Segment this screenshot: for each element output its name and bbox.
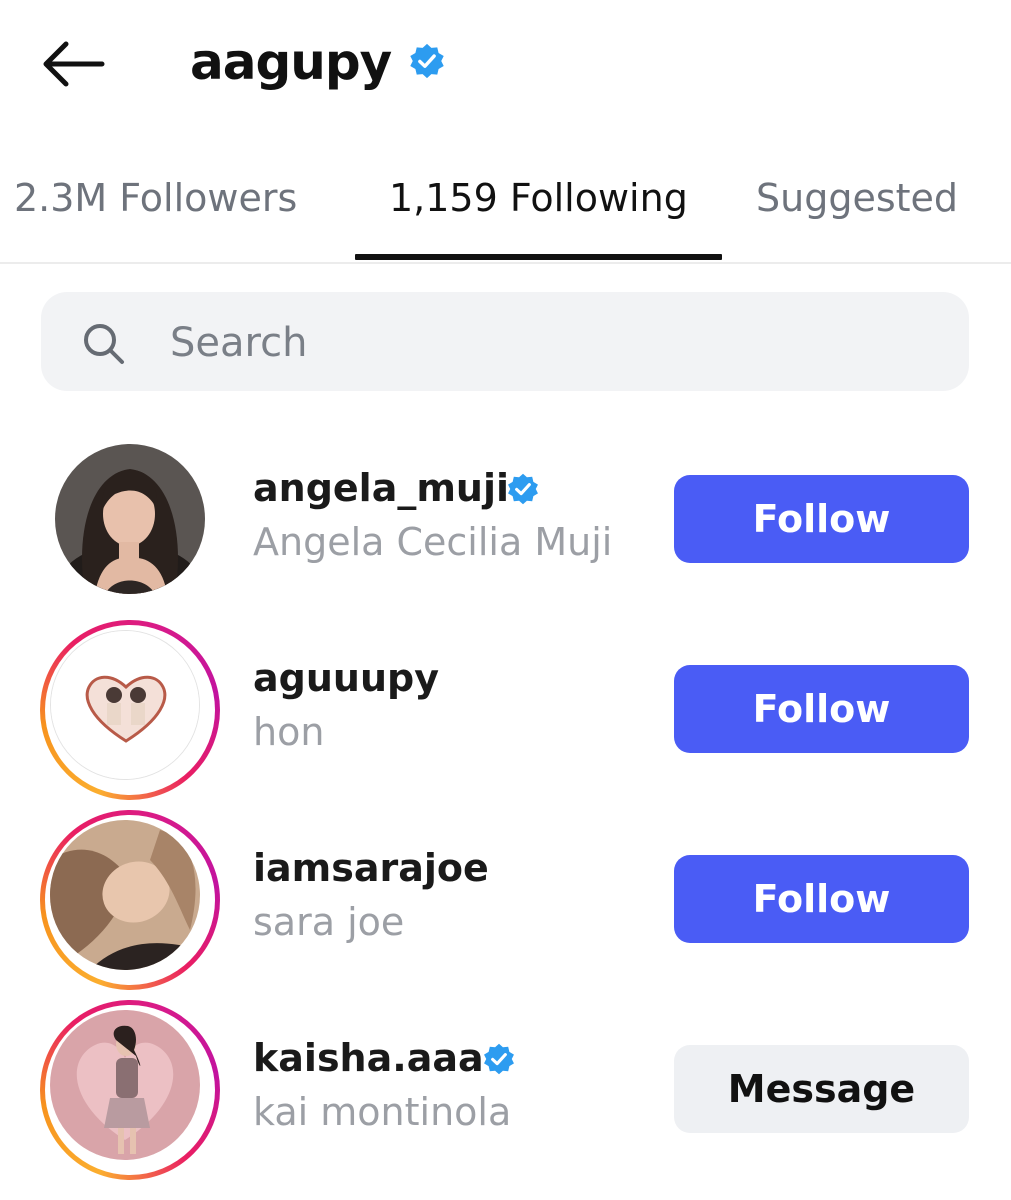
- follow-button[interactable]: Follow: [674, 665, 969, 753]
- message-button[interactable]: Message: [674, 1045, 969, 1133]
- avatar-story-ring[interactable]: [40, 1000, 220, 1180]
- avatar[interactable]: [55, 444, 205, 594]
- tab-following[interactable]: 1,159 Following: [389, 170, 688, 260]
- account-username[interactable]: kaisha.aaa: [253, 1032, 484, 1084]
- account-username[interactable]: aguuupy: [253, 652, 439, 704]
- tab-bar: 2.3M Followers 1,159 Following Suggested: [0, 160, 1011, 264]
- account-full-name: hon: [253, 710, 325, 754]
- follow-button[interactable]: Follow: [674, 475, 969, 563]
- account-full-name: kai montinola: [253, 1090, 512, 1134]
- search-input[interactable]: [168, 310, 932, 376]
- avatar-story-ring[interactable]: [40, 620, 220, 800]
- header: aagupy: [0, 0, 1011, 130]
- list-item[interactable]: angela_muji Angela Cecilia Muji Follow: [0, 430, 1011, 610]
- verified-badge-icon: [410, 43, 444, 79]
- arrow-left-icon: [43, 41, 105, 87]
- avatar: [50, 1010, 200, 1160]
- account-username[interactable]: iamsarajoe: [253, 842, 489, 894]
- avatar-story-ring[interactable]: [40, 810, 220, 990]
- back-button[interactable]: [38, 38, 108, 90]
- account-full-name: sara joe: [253, 900, 405, 944]
- list-item[interactable]: iamsarajoe sara joe Follow: [0, 810, 1011, 990]
- list-item[interactable]: kaisha.aaa kai montinola Message: [0, 1000, 1011, 1180]
- verified-badge-icon: [484, 1043, 514, 1075]
- avatar: [50, 820, 200, 970]
- list-item[interactable]: aguuupy hon Follow: [0, 620, 1011, 800]
- search-icon: [84, 324, 124, 364]
- follow-button[interactable]: Follow: [674, 855, 969, 943]
- verified-badge-icon: [508, 473, 538, 505]
- account-username[interactable]: angela_muji: [253, 462, 509, 514]
- profile-username-title: aagupy: [190, 33, 392, 91]
- tab-followers[interactable]: 2.3M Followers: [14, 170, 297, 260]
- active-tab-indicator: [355, 254, 722, 260]
- account-full-name: Angela Cecilia Muji: [253, 520, 613, 564]
- tab-suggested[interactable]: Suggested: [756, 170, 958, 260]
- avatar: [50, 630, 200, 780]
